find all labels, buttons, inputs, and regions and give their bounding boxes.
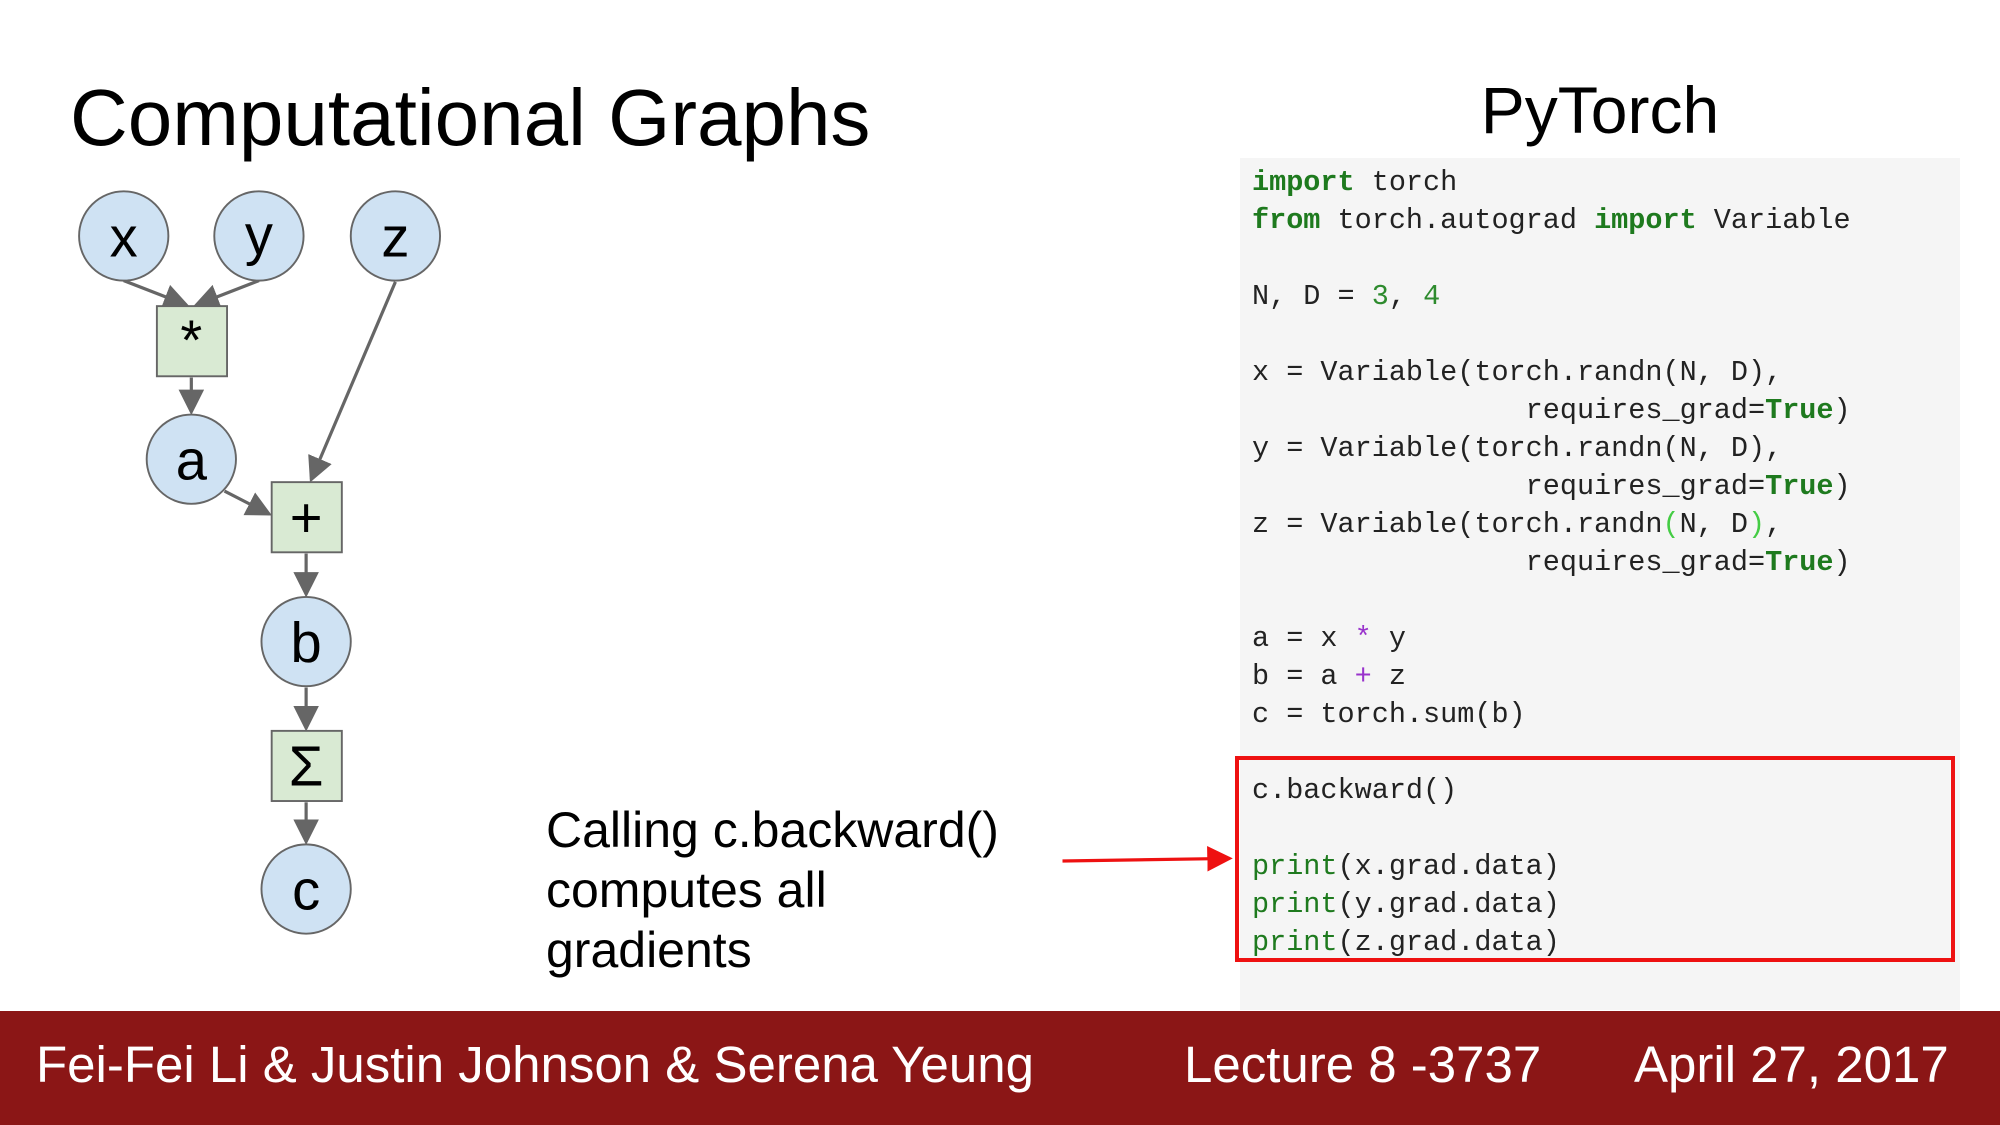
node-a-label: a: [176, 429, 208, 492]
code-token: 4: [1423, 280, 1441, 313]
node-z-label: z: [381, 205, 409, 268]
code-line: a = x * y: [1252, 620, 1851, 658]
code-line: requires_grad=True): [1252, 392, 1851, 430]
footer: Fei-Fei Li & Justin Johnson & Serena Yeu…: [0, 1011, 2000, 1125]
code-token: ,: [1765, 508, 1783, 541]
code-token: import: [1252, 166, 1355, 199]
op-sum-label: Σ: [289, 735, 324, 798]
code-token: True: [1765, 470, 1834, 503]
code-line: y = Variable(torch.randn(N, D),: [1252, 430, 1851, 468]
code-line: x = Variable(torch.randn(N, D),: [1252, 354, 1851, 392]
code-token: requires_grad=: [1252, 394, 1766, 427]
annotation-line: computes all: [546, 862, 827, 918]
annotation-line: Calling c.backward(): [546, 802, 999, 858]
code-token: N, D: [1679, 508, 1748, 541]
code-token: ,: [1388, 280, 1424, 313]
code-token: ): [1833, 394, 1851, 427]
code-token: torch: [1354, 166, 1458, 199]
code-token: import: [1594, 204, 1697, 237]
code-token: ): [1748, 508, 1766, 541]
highlight-box: [1235, 756, 1955, 962]
edge-y-mul: [193, 279, 260, 309]
edge-a-add: [223, 489, 272, 516]
code-token: ): [1833, 546, 1851, 579]
code-token: requires_grad=: [1252, 470, 1766, 503]
code-token: +: [1354, 660, 1372, 693]
code-token: from: [1252, 204, 1321, 237]
code-token: True: [1765, 394, 1834, 427]
code-token: ): [1833, 470, 1851, 503]
op-multiply-label: *: [180, 309, 202, 372]
edge-z-add: [308, 281, 397, 483]
code-line: from torch.autograd import Variable: [1252, 202, 1851, 240]
code-token: c = torch.sum(b): [1252, 698, 1526, 731]
code-line: N, D = 3, 4: [1252, 278, 1851, 316]
code-token: True: [1765, 546, 1834, 579]
code-token: b = a: [1252, 660, 1355, 693]
code-line: requires_grad=True): [1252, 544, 1851, 582]
footer-date: April 27, 2017: [1634, 1036, 1949, 1093]
node-b-label: b: [291, 611, 322, 674]
code-token: x = Variable(torch.randn(N, D),: [1252, 356, 1783, 389]
code-token: requires_grad=: [1252, 546, 1766, 579]
code-token: z = Variable(torch.randn: [1252, 508, 1663, 541]
code-token: y: [1371, 622, 1406, 655]
code-token: z: [1371, 660, 1406, 693]
annotation-line: gradients: [546, 922, 752, 978]
highlight-arrow: [1062, 846, 1233, 872]
code-line: requires_grad=True): [1252, 468, 1851, 506]
code-token: torch.autograd: [1320, 204, 1595, 237]
code-token: N, D =: [1252, 280, 1372, 313]
code-token: 3: [1371, 280, 1389, 313]
annotation: Calling c.backward() computes all gradie…: [546, 800, 999, 980]
footer-lecture: Lecture 8 -3737: [1184, 1036, 1542, 1093]
code-line: c = torch.sum(b): [1252, 696, 1851, 734]
node-c-label: c: [292, 858, 320, 921]
footer-authors: Fei-Fei Li & Justin Johnson & Serena Yeu…: [36, 1036, 1034, 1093]
node-y-label: y: [245, 203, 273, 266]
code-line: z = Variable(torch.randn(N, D),: [1252, 506, 1851, 544]
code-token: y = Variable(torch.randn(N, D),: [1252, 432, 1783, 465]
code-token: Variable: [1696, 204, 1851, 237]
code-line: import torch: [1252, 164, 1851, 202]
node-x-label: x: [110, 205, 138, 268]
code-token: (: [1662, 508, 1680, 541]
code-line: b = a + z: [1252, 658, 1851, 696]
code-token: a = x: [1252, 622, 1355, 655]
op-add-label: +: [290, 486, 323, 549]
code-token: *: [1354, 622, 1372, 655]
edge-x-mul: [123, 279, 190, 309]
